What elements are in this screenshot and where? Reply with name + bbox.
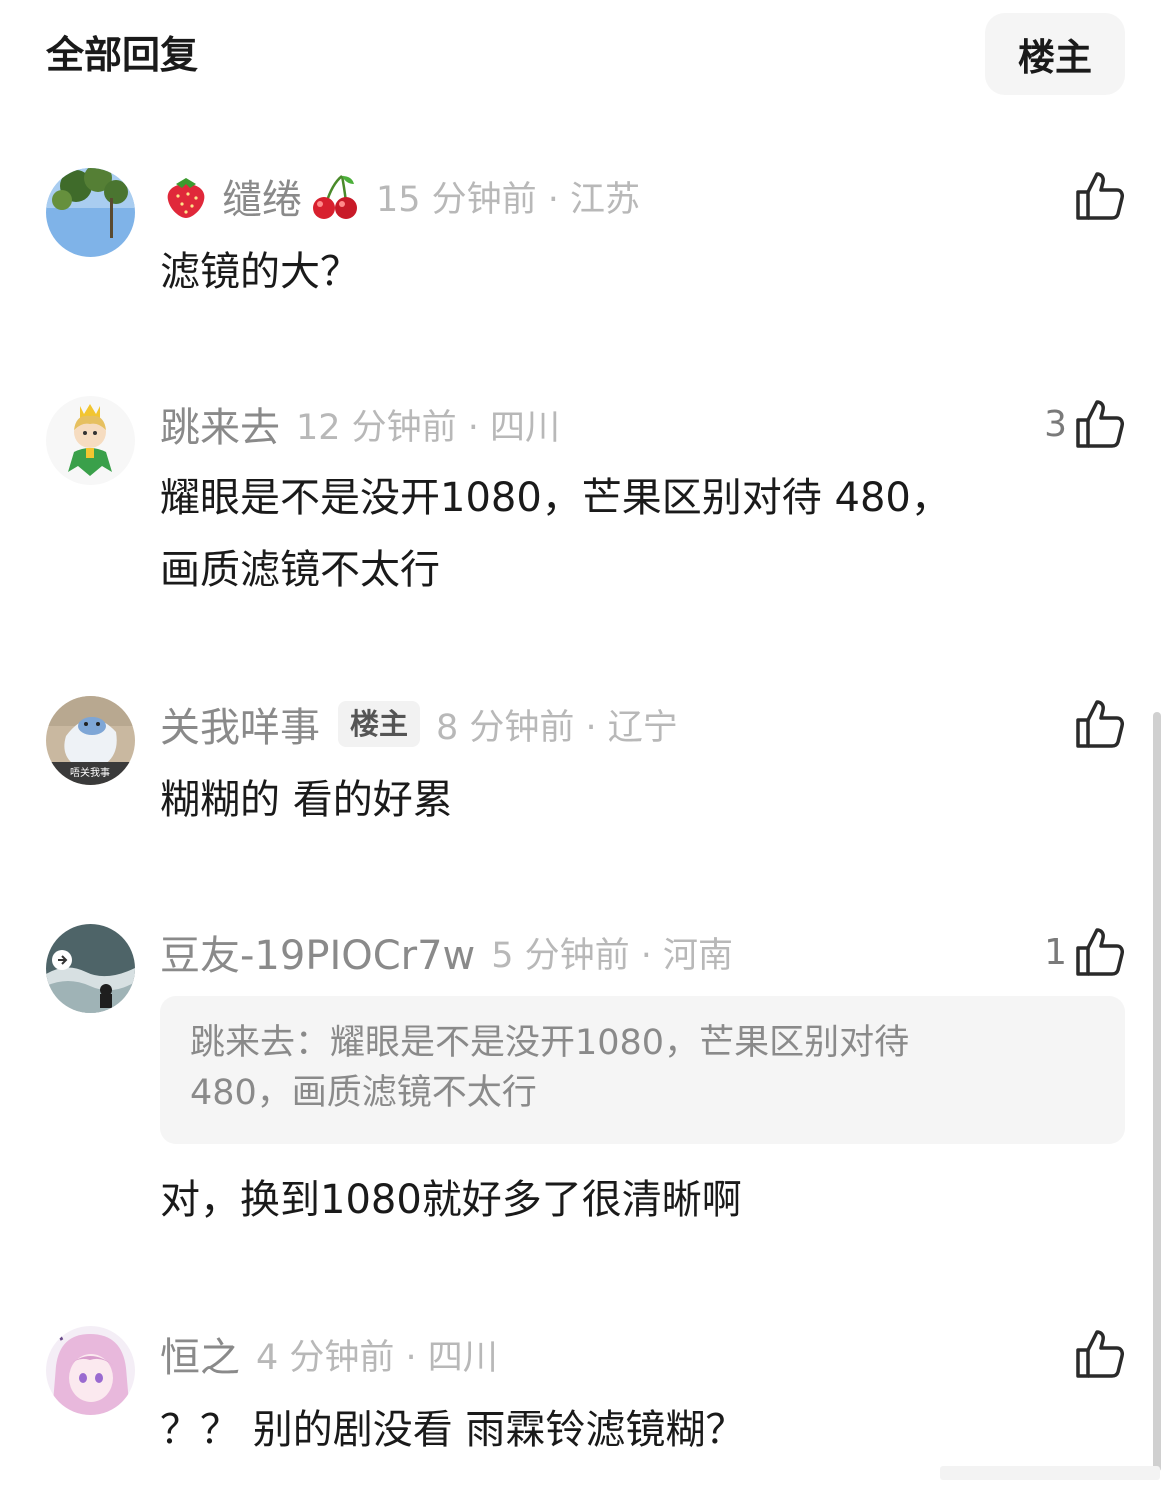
avatar-white-figure-image: 唔关我事: [46, 696, 135, 785]
quoted-reply-line: 跳来去：耀眼是不是没开1080，芒果区别对待: [190, 1023, 910, 1063]
thumbs-up-icon: [1076, 1330, 1124, 1378]
username[interactable]: 豆友-19PIOCr7w: [160, 923, 475, 981]
strawberry-emoji-icon: [160, 170, 212, 222]
like-button[interactable]: [1075, 694, 1125, 754]
time-location: 15 分钟前 · 江苏: [376, 179, 641, 220]
comment-content-line: 画质滤镜不太行: [160, 547, 440, 593]
avatar[interactable]: [46, 396, 135, 485]
time-location: 8 分钟前 · 辽宁: [436, 707, 678, 748]
op-only-filter-button[interactable]: 楼主: [985, 13, 1125, 95]
like-button[interactable]: 3: [1044, 394, 1125, 454]
avatar[interactable]: [46, 168, 135, 257]
like-button[interactable]: 1: [1044, 922, 1125, 982]
scrollbar[interactable]: [1153, 712, 1161, 1472]
page-title: 全部回复: [46, 33, 199, 77]
avatar[interactable]: [46, 1326, 135, 1415]
quoted-reply-line: 480，画质滤镜不太行: [190, 1073, 537, 1113]
like-count: 1: [1044, 931, 1067, 973]
comment-content: ？？ 别的剧没看 雨霖铃滤镜糊？: [160, 1407, 746, 1453]
username[interactable]: 缱绻: [222, 167, 302, 225]
time-location: 4 分钟前 · 四川: [256, 1337, 498, 1378]
op-badge: 楼主: [338, 701, 421, 747]
quoted-reply[interactable]: 跳来去：耀眼是不是没开1080，芒果区别对待 480，画质滤镜不太行: [160, 996, 1125, 1144]
comment-meta: 缱绻 15 分钟前 · 江苏: [160, 166, 640, 226]
comment-content: 滤镜的大？: [160, 249, 360, 295]
username[interactable]: 跳来去: [160, 395, 280, 453]
avatar[interactable]: 唔关我事: [46, 696, 135, 785]
svg-text:唔关我事: 唔关我事: [70, 766, 110, 779]
avatar[interactable]: [46, 924, 135, 1013]
avatar-sea-waves-image: [46, 924, 135, 1013]
cherry-emoji-icon: [308, 170, 360, 222]
avatar-anime-girl-image: [46, 1326, 135, 1415]
thumbs-up-icon: [1076, 928, 1124, 976]
comment-content: 糊糊的 看的好累: [160, 777, 453, 823]
username[interactable]: 恒之: [160, 1325, 240, 1383]
watermark-image: [940, 1466, 1160, 1480]
comment-meta: 跳来去 12 分钟前 · 四川: [160, 394, 560, 454]
time-location: 5 分钟前 · 河南: [491, 935, 734, 976]
comment-content: 对，换到1080就好多了很清晰啊: [160, 1177, 742, 1223]
thumbs-up-icon: [1076, 700, 1124, 748]
like-count: 3: [1044, 403, 1067, 445]
username[interactable]: 关我咩事: [160, 695, 320, 753]
comment-content: 耀眼是不是没开1080，芒果区别对待 480， 画质滤镜不太行: [160, 462, 1100, 606]
comment-meta: 豆友-19PIOCr7w 5 分钟前 · 河南: [160, 922, 733, 982]
comment-content-line: 耀眼是不是没开1080，芒果区别对待 480，: [160, 475, 951, 521]
thumbs-up-icon: [1076, 172, 1124, 220]
comment-meta: 恒之 4 分钟前 · 四川: [160, 1324, 498, 1384]
avatar-tree-sky-image: [46, 168, 135, 257]
thumbs-up-icon: [1076, 400, 1124, 448]
like-button[interactable]: [1075, 1324, 1125, 1384]
time-location: 12 分钟前 · 四川: [296, 407, 561, 448]
comment-meta: 关我咩事 楼主 8 分钟前 · 辽宁: [160, 694, 678, 754]
avatar-cartoon-prince-image: [46, 396, 135, 485]
like-button[interactable]: [1075, 166, 1125, 226]
